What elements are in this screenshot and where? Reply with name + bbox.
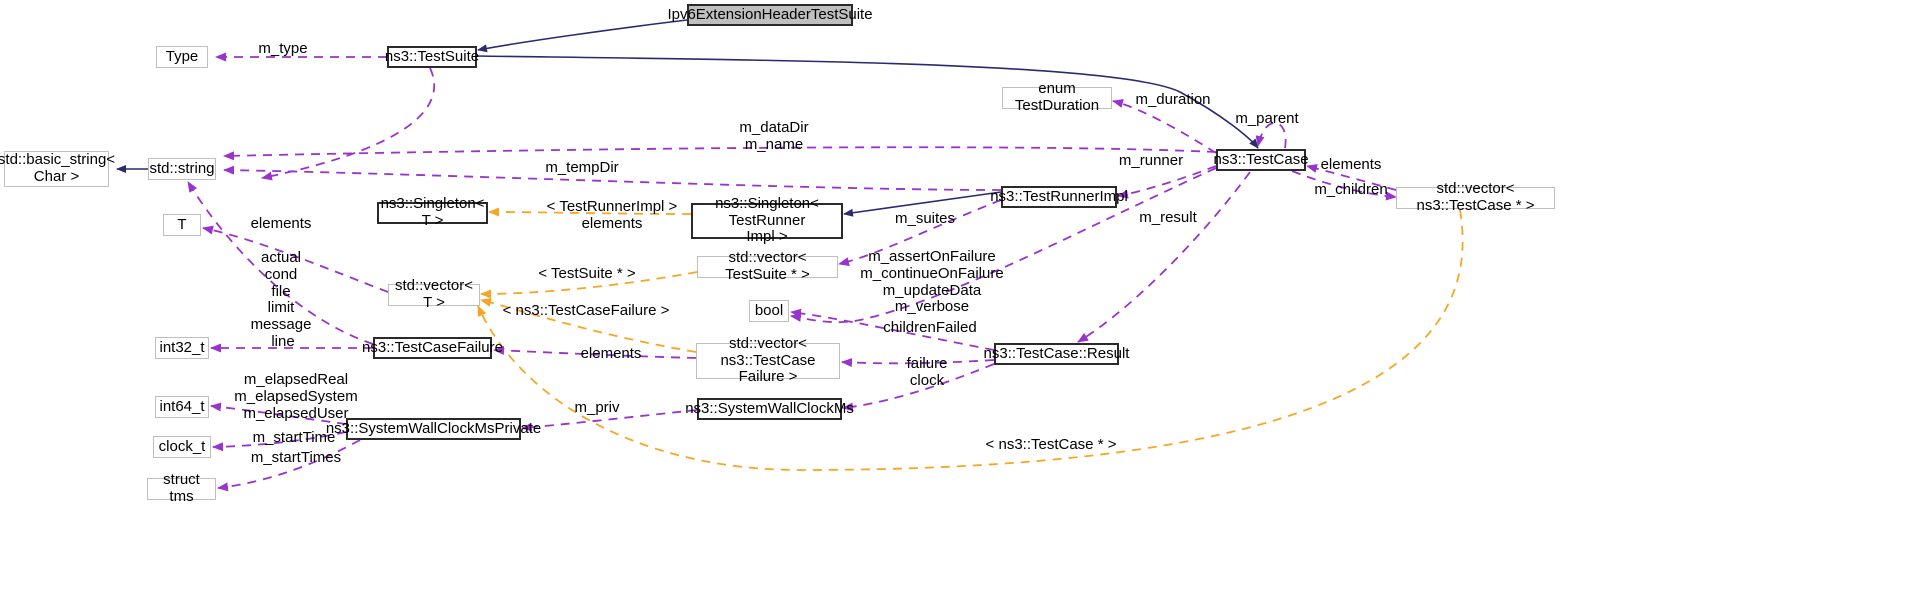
- class-node-ipv6suite[interactable]: Ipv6ExtensionHeaderTestSuite: [667, 4, 873, 26]
- edge-e_tri_elements: [488, 207, 692, 217]
- edge-e_clock: [842, 363, 995, 412]
- edge-e_vtcf_elements: [493, 345, 697, 359]
- class-node-bool[interactable]: bool: [749, 300, 789, 322]
- edge-e_elements_tc: [1306, 164, 1397, 191]
- class-node-stdstring[interactable]: std::string: [148, 158, 216, 180]
- class-node-enumduration[interactable]: enum TestDuration: [1002, 80, 1112, 114]
- edge-e_t_elements: [202, 225, 389, 293]
- edge-e_starttimes: [217, 439, 361, 492]
- class-node-int32[interactable]: int32_t: [155, 337, 209, 359]
- class-node-structtms[interactable]: struct tms: [147, 471, 216, 505]
- class-node-syswallclockms[interactable]: ns3::SystemWallClockMs: [685, 398, 854, 420]
- edge-e_ipv6_testsuite: [477, 19, 688, 53]
- edge-e_duration: [1112, 99, 1217, 154]
- edge-e_tcf_string: [187, 181, 374, 345]
- class-node-testrunnerimpl[interactable]: ns3::TestRunnerImpl: [990, 186, 1128, 208]
- class-node-basicstring[interactable]: std::basic_string< Char >: [0, 151, 115, 187]
- class-node-testcasefailure[interactable]: ns3::TestCaseFailure: [362, 337, 503, 359]
- class-node-singletonTRI[interactable]: ns3::Singleton< TestRunner Impl >: [691, 195, 843, 245]
- edge-e_suites: [838, 199, 1002, 266]
- class-node-testsuite[interactable]: ns3::TestSuite: [385, 46, 479, 68]
- class-node-vectestcaseptr[interactable]: std::vector< ns3::TestCase * >: [1396, 180, 1555, 214]
- class-node-vectorT[interactable]: std::vector< T >: [388, 277, 480, 311]
- edge-e_tempdir: [223, 165, 1002, 191]
- class-node-tparam[interactable]: T: [163, 214, 201, 236]
- edge-e_testsuite_testcase: [476, 55, 1259, 149]
- edge-e_vtcf_template: [480, 298, 697, 353]
- edge-e_vts_template: [480, 271, 698, 299]
- class-node-int64[interactable]: int64_t: [155, 396, 209, 418]
- collaboration-diagram: Ipv6ExtensionHeaderTestSuite Type ns3::Tes…: [0, 0, 1912, 616]
- diagram-edges: [116, 19, 1464, 492]
- class-node-type[interactable]: Type: [156, 46, 208, 68]
- class-node-singletonT[interactable]: ns3::Singleton< T >: [377, 195, 488, 229]
- edge-e_testsuite_string: [261, 67, 436, 181]
- class-node-result[interactable]: ns3::TestCase::Result: [984, 343, 1129, 365]
- edge-e_parent: [1255, 122, 1287, 149]
- edge-e_failure: [841, 358, 995, 368]
- edge-e_swcm_priv: [521, 409, 698, 432]
- edge-e_datadir: [223, 146, 1217, 161]
- class-node-swcmprivate[interactable]: ns3::SystemWallClockMsPrivate: [326, 418, 541, 440]
- class-node-vectcfail[interactable]: std::vector< ns3::TestCase Failure >: [696, 335, 840, 385]
- class-node-clockt[interactable]: clock_t: [153, 436, 211, 458]
- class-node-testcase[interactable]: ns3::TestCase: [1213, 149, 1309, 171]
- class-node-vectestsuite[interactable]: std::vector< TestSuite * >: [697, 249, 838, 283]
- edge-e_vtcptr_template: [477, 209, 1464, 471]
- edge-e_tri_inherit: [843, 191, 1002, 217]
